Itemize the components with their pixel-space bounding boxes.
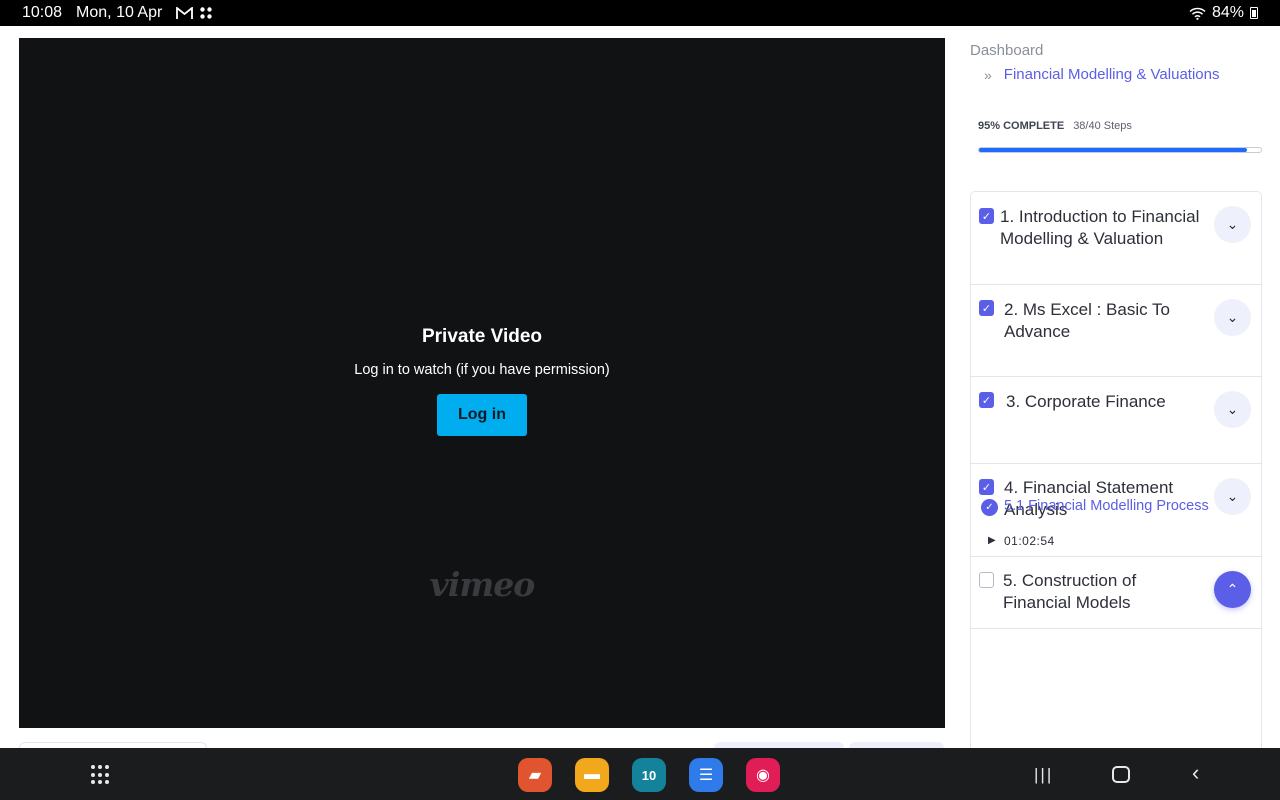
notes-app-icon[interactable]: ▰ xyxy=(518,758,552,792)
module-title: 3. Corporate Finance xyxy=(1006,392,1166,411)
module-checked-icon[interactable]: ✓ xyxy=(979,300,994,316)
breadcrumb-dashboard-link[interactable]: Dashboard xyxy=(970,42,1043,59)
module-title: 5. Construction of Financial Models xyxy=(1003,571,1137,612)
progress-steps-label: 38/40 Steps xyxy=(1073,120,1132,132)
back-icon[interactable]: ‹ xyxy=(1192,760,1199,786)
video-player[interactable]: Private Video Log in to watch (if you ha… xyxy=(19,38,945,728)
breadcrumb-course-link[interactable]: Financial Modelling & Valuations xyxy=(1004,66,1220,83)
private-video-title: Private Video xyxy=(421,326,543,347)
status-bar: 10:08 Mon, 10 Apr 84% xyxy=(0,0,1280,26)
home-icon[interactable] xyxy=(1112,766,1130,783)
app-dock: ▰ ▬ 10 ☰ ◉ xyxy=(518,758,780,792)
battery-icon xyxy=(1250,7,1258,19)
status-time: 10:08 xyxy=(22,4,63,21)
breadcrumb: » Financial Modelling & Valuations xyxy=(984,66,1219,83)
wifi-icon xyxy=(1189,7,1206,20)
app-drawer-icon[interactable] xyxy=(91,765,111,785)
course-progress-bar xyxy=(978,147,1262,153)
chevron-down-icon[interactable]: ⌄ xyxy=(1214,299,1251,336)
calendar-app-icon[interactable]: 10 xyxy=(632,758,666,792)
module-item[interactable]: ✓ 2. Ms Excel : Basic To Advance ⌄ xyxy=(971,285,1261,377)
module-item[interactable]: ✓ 3. Corporate Finance ⌄ xyxy=(971,377,1261,464)
breadcrumb-separator-icon: » xyxy=(984,66,992,83)
course-sidebar: Dashboard » Financial Modelling & Valuat… xyxy=(970,26,1262,748)
vimeo-logo: vimeo xyxy=(429,565,536,604)
private-video-overlay: Private Video Log in to watch (if you ha… xyxy=(19,326,945,436)
module-item[interactable]: 5. Construction of Financial Models ⌃ xyxy=(971,557,1261,629)
gmail-icon xyxy=(176,6,194,19)
module-unchecked-icon[interactable] xyxy=(979,572,994,588)
main-content: Private Video Log in to watch (if you ha… xyxy=(0,26,1280,750)
files-app-icon[interactable]: ▬ xyxy=(575,758,609,792)
module-checked-icon[interactable]: ✓ xyxy=(979,479,994,495)
progress-percent-label: 95% COMPLETE xyxy=(978,120,1065,132)
chevron-up-icon[interactable]: ⌃ xyxy=(1214,571,1251,608)
battery-percent: 84% xyxy=(1211,4,1244,21)
private-video-message: Log in to watch (if you have permission) xyxy=(354,362,610,378)
lesson-title[interactable]: 5.1 Financial Modelling Process xyxy=(1004,498,1209,514)
module-list: ✓ 1. Introduction to Financial Modelling… xyxy=(970,191,1262,748)
chevron-down-icon[interactable]: ⌄ xyxy=(1214,478,1251,515)
module-title: 2. Ms Excel : Basic To Advance xyxy=(1004,300,1170,341)
chevron-down-icon[interactable]: ⌄ xyxy=(1214,391,1251,428)
module-item[interactable]: ✓ 1. Introduction to Financial Modelling… xyxy=(971,192,1261,285)
play-icon: ▶ xyxy=(988,535,996,546)
module-checked-icon[interactable]: ✓ xyxy=(979,392,994,408)
app-grid-icon xyxy=(200,7,213,19)
module-title: 1. Introduction to Financial Modelling &… xyxy=(1000,207,1200,248)
course-progress-fill xyxy=(979,148,1247,152)
recents-icon[interactable]: ||| xyxy=(1034,765,1053,785)
lesson-complete-icon: ✓ xyxy=(981,499,998,516)
status-date: Mon, 10 Apr xyxy=(76,4,163,21)
lesson-duration: 01:02:54 xyxy=(1004,534,1055,548)
module-checked-icon[interactable]: ✓ xyxy=(979,208,994,224)
messages-app-icon[interactable]: ☰ xyxy=(689,758,723,792)
chevron-down-icon[interactable]: ⌄ xyxy=(1214,206,1251,243)
camera-app-icon[interactable]: ◉ xyxy=(746,758,780,792)
login-button[interactable]: Log in xyxy=(437,394,527,436)
navigation-bar: ▰ ▬ 10 ☰ ◉ ||| ‹ xyxy=(0,748,1280,800)
course-progress-text: 95% COMPLETE 38/40 Steps xyxy=(978,120,1132,132)
